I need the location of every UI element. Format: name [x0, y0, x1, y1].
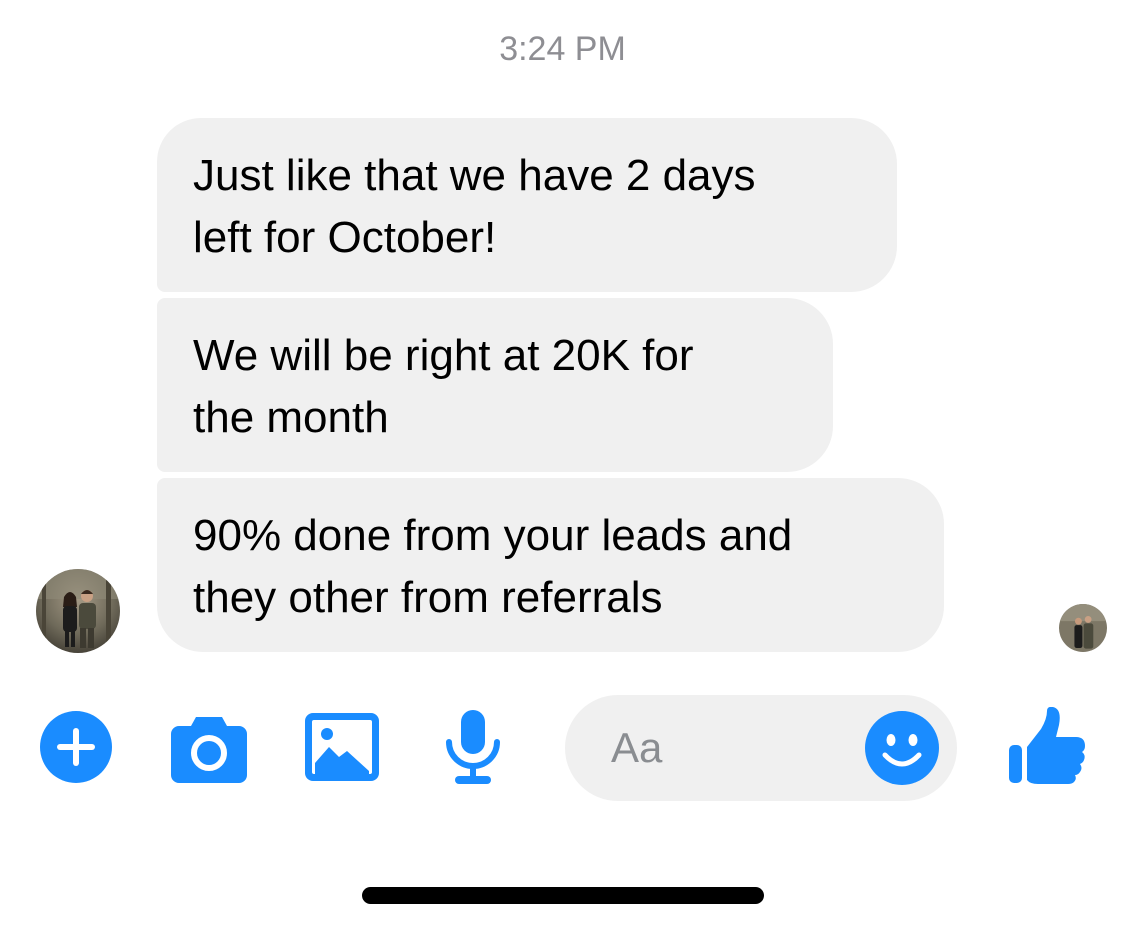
camera-icon[interactable] [171, 713, 247, 783]
message-bubble[interactable]: We will be right at 20K for the month [157, 298, 833, 472]
home-indicator[interactable] [362, 887, 764, 904]
photo-gallery-icon[interactable] [305, 713, 379, 781]
microphone-icon[interactable] [443, 710, 503, 786]
message-text-line: 90% done from your leads and [193, 511, 793, 560]
avatar-photo-icon [36, 569, 120, 653]
message-text-line: they other from referrals [193, 573, 663, 622]
message-timestamp: 3:24 PM [499, 30, 626, 68]
message-bubble[interactable]: 90% done from your leads and they other … [157, 478, 944, 652]
message-text-line: the month [193, 393, 389, 442]
sender-avatar[interactable] [36, 569, 120, 653]
message-input[interactable] [611, 719, 861, 777]
read-receipt-avatar [1059, 604, 1107, 652]
message-bubble[interactable]: Just like that we have 2 days left for O… [157, 118, 897, 292]
avatar-photo-icon [1059, 604, 1107, 652]
messenger-chat-screen: 3:24 PM Just like that we have 2 days le… [0, 0, 1125, 927]
thumbs-up-icon[interactable] [1009, 706, 1085, 785]
message-text-line: left for October! [193, 213, 497, 262]
smiley-emoji-icon[interactable] [865, 711, 939, 785]
plus-circle-icon[interactable] [40, 711, 112, 783]
message-composer[interactable] [565, 695, 957, 801]
message-text-line: Just like that we have 2 days [193, 151, 756, 200]
message-text-line: We will be right at 20K for [193, 331, 694, 380]
